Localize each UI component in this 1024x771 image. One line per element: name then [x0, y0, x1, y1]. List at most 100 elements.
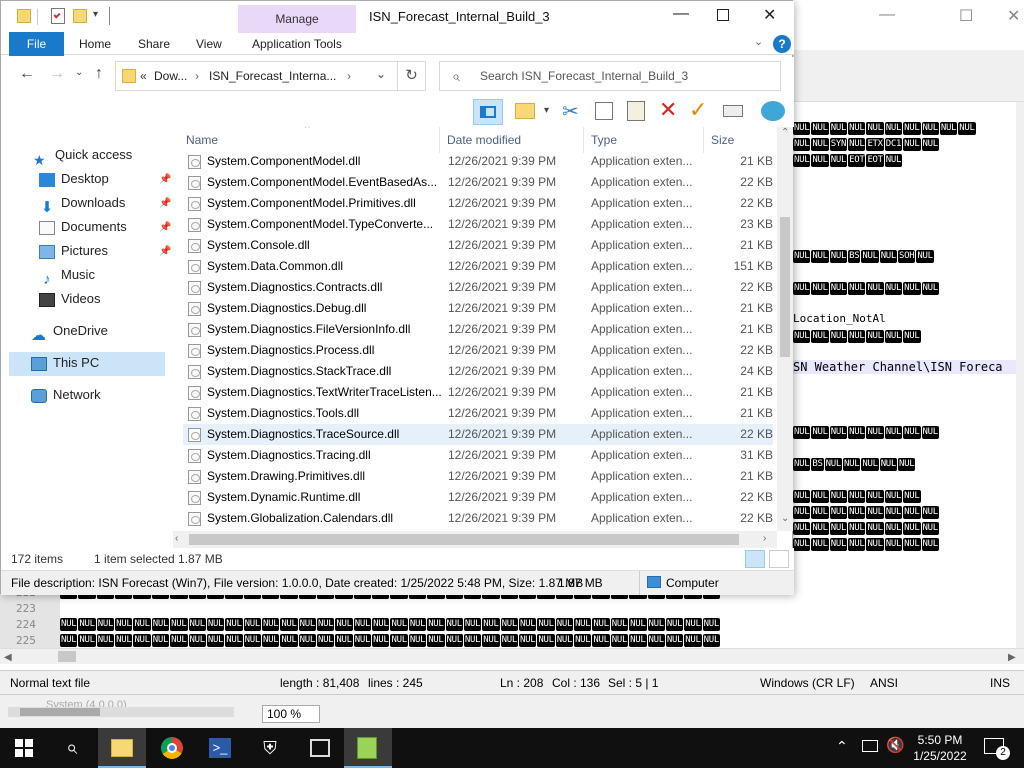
file-row[interactable]: System.Diagnostics.Process.dll 12/26/2021…: [183, 340, 773, 361]
minimize-icon[interactable]: —: [673, 5, 689, 23]
forward-arrow-icon[interactable]: →: [49, 65, 65, 83]
system-clock[interactable]: 5:50 PM 1/25/2022: [900, 732, 980, 764]
details-view-icon[interactable]: [745, 550, 765, 568]
back-arrow-icon[interactable]: ←: [19, 65, 35, 83]
taskbar-chrome[interactable]: [148, 728, 196, 768]
nav-quick-access[interactable]: ★ Quick access: [33, 144, 132, 168]
breadcrumb-current[interactable]: ISN_Forecast_Interna...: [209, 69, 336, 83]
zoom-select[interactable]: 100 %: [262, 705, 320, 723]
nav-network[interactable]: Network: [31, 384, 101, 406]
help-icon[interactable]: ?: [773, 35, 791, 53]
nav-onedrive[interactable]: ☁ OneDrive: [31, 320, 108, 344]
nav-downloads[interactable]: ⬇ Downloads: [39, 192, 126, 216]
breadcrumb-separator[interactable]: ›: [195, 69, 199, 83]
quick-access-toolbar-dropdown-icon[interactable]: ▾: [93, 9, 98, 20]
file-row[interactable]: System.Diagnostics.TraceSource.dll 12/26/…: [183, 424, 773, 445]
tab-file[interactable]: File: [9, 32, 64, 56]
editor-vertical-scrollbar[interactable]: [1016, 102, 1024, 648]
column-separator[interactable]: [439, 127, 440, 153]
tab-manage[interactable]: Manage: [238, 5, 356, 33]
scroll-down-icon[interactable]: ⌄: [781, 513, 789, 524]
column-header-size[interactable]: Size: [711, 133, 734, 147]
file-row[interactable]: System.Console.dll 12/26/2021 9:39 PM Appl…: [183, 235, 773, 256]
preview-pane-icon[interactable]: [473, 99, 503, 125]
new-folder-icon[interactable]: [73, 9, 87, 23]
breadcrumb-overflow[interactable]: «: [140, 69, 147, 83]
taskbar-security[interactable]: ⛨: [246, 728, 294, 768]
file-row[interactable]: System.Globalization.Calendars.dll 12/26/…: [183, 508, 773, 529]
file-row[interactable]: System.ComponentModel.Primitives.dll 12/2…: [183, 193, 773, 214]
refresh-icon[interactable]: ↻: [398, 61, 426, 91]
nav-desktop[interactable]: Desktop: [39, 168, 109, 190]
tab-home[interactable]: Home: [79, 37, 111, 51]
tab-application-tools[interactable]: Application Tools: [252, 37, 342, 51]
taskbar-task-view[interactable]: [296, 728, 344, 768]
checkmark-icon[interactable]: ✓: [689, 97, 707, 123]
column-header-date[interactable]: Date modified: [447, 133, 521, 147]
tab-view[interactable]: View: [196, 37, 222, 51]
delete-icon[interactable]: ✕: [659, 97, 677, 123]
up-arrow-icon[interactable]: ↑: [95, 65, 103, 83]
file-row[interactable]: System.Dynamic.Runtime.dll 12/26/2021 9:3…: [183, 487, 773, 508]
nav-pictures[interactable]: Pictures: [39, 240, 108, 262]
scroll-thumb[interactable]: [780, 217, 790, 357]
folder-options-icon[interactable]: [515, 103, 535, 119]
tab-share[interactable]: Share: [138, 37, 170, 51]
file-list-horizontal-scrollbar[interactable]: ‹ ›: [173, 531, 777, 548]
pin-icon[interactable]: 📌: [159, 198, 171, 209]
breadcrumb-separator[interactable]: ›: [347, 69, 351, 83]
rename-icon[interactable]: [723, 105, 743, 117]
pin-icon[interactable]: 📌: [159, 174, 171, 185]
file-row[interactable]: System.Drawing.Primitives.dll 12/26/2021 …: [183, 466, 773, 487]
file-row[interactable]: System.Diagnostics.TextWriterTraceListen…: [183, 382, 773, 403]
expand-ribbon-icon[interactable]: ⌄: [754, 35, 763, 48]
close-icon[interactable]: ✕: [763, 5, 776, 25]
pin-icon[interactable]: 📌: [159, 246, 171, 257]
file-row[interactable]: System.Diagnostics.FileVersionInfo.dll 12…: [183, 319, 773, 340]
copy-icon[interactable]: [595, 102, 613, 120]
file-row[interactable]: System.Diagnostics.Tools.dll 12/26/2021 9…: [183, 403, 773, 424]
file-row[interactable]: System.Diagnostics.Contracts.dll 12/26/20…: [183, 277, 773, 298]
column-header-type[interactable]: Type: [591, 133, 617, 147]
scroll-thumb[interactable]: [189, 534, 739, 545]
minimize-icon[interactable]: —: [879, 6, 895, 24]
scroll-right-icon[interactable]: ›: [763, 533, 766, 544]
search-input[interactable]: ⌕ Search ISN_Forecast_Internal_Build_3: [439, 61, 781, 91]
file-row[interactable]: System.ComponentModel.TypeConverte... 12/…: [183, 214, 773, 235]
scroll-up-icon[interactable]: ⌃: [781, 127, 789, 138]
nav-this-pc[interactable]: This PC: [31, 352, 99, 374]
maximize-icon[interactable]: [717, 9, 729, 21]
nav-videos[interactable]: Videos: [39, 288, 101, 310]
network-status-icon[interactable]: [862, 740, 878, 752]
file-list-vertical-scrollbar[interactable]: ⌃ ⌄: [777, 127, 793, 531]
taskbar-powershell[interactable]: >_: [196, 728, 244, 768]
taskbar-notepadpp[interactable]: [344, 728, 392, 768]
folder-options-dropdown-icon[interactable]: ▾: [544, 105, 549, 116]
large-icons-view-icon[interactable]: [769, 550, 789, 568]
nav-documents[interactable]: Documents: [39, 216, 127, 238]
maximize-icon[interactable]: ☐: [959, 6, 973, 26]
show-hidden-icons-icon[interactable]: ⌃: [836, 738, 848, 755]
file-row[interactable]: System.ComponentModel.EventBasedAs... 12/…: [183, 172, 773, 193]
pin-icon[interactable]: 📌: [159, 222, 171, 233]
file-row[interactable]: System.Data.Common.dll 12/26/2021 9:39 PM…: [183, 256, 773, 277]
breadcrumb-downloads[interactable]: Dow...: [154, 69, 187, 83]
file-row[interactable]: System.ComponentModel.dll 12/26/2021 9:39…: [183, 151, 773, 172]
column-separator[interactable]: [583, 127, 584, 153]
column-separator[interactable]: [703, 127, 704, 153]
file-row[interactable]: System.Diagnostics.Debug.dll 12/26/2021 9…: [183, 298, 773, 319]
file-row[interactable]: System.Diagnostics.Tracing.dll 12/26/2021…: [183, 445, 773, 466]
editor-horizontal-scrollbar[interactable]: ◀ ▶: [0, 648, 1024, 664]
start-button[interactable]: [0, 728, 48, 768]
nav-music[interactable]: ♪ Music: [39, 264, 95, 288]
scroll-left-icon[interactable]: ‹: [175, 533, 178, 544]
file-row[interactable]: System.Diagnostics.StackTrace.dll 12/26/2…: [183, 361, 773, 382]
cut-icon[interactable]: ✂: [562, 99, 579, 124]
globe-icon[interactable]: [761, 101, 785, 121]
search-button[interactable]: ⌕: [48, 728, 96, 768]
taskbar-file-explorer[interactable]: [98, 728, 146, 768]
recent-locations-icon[interactable]: ⌄: [75, 67, 83, 78]
properties-icon[interactable]: [51, 8, 65, 24]
column-header-name[interactable]: Name: [186, 133, 218, 147]
paste-icon[interactable]: [627, 101, 645, 121]
